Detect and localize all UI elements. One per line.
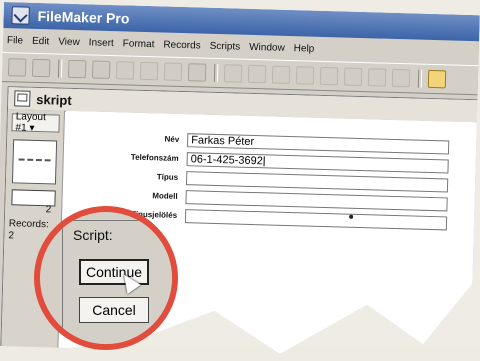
- toolbar-separator: [214, 64, 219, 82]
- type-designation-field[interactable]: [185, 209, 447, 230]
- undo-icon[interactable]: [188, 63, 206, 81]
- layout-menu[interactable]: Layout #1 ▾: [11, 113, 59, 132]
- model-field[interactable]: [185, 190, 447, 211]
- toolbar-separator: [418, 70, 423, 88]
- document-title: skript: [36, 91, 72, 108]
- phone-field-value: 06-1-425-3692: [190, 152, 264, 167]
- browse-mode-icon[interactable]: [392, 69, 410, 87]
- omit-icon[interactable]: [344, 68, 362, 86]
- type-field[interactable]: [186, 171, 448, 192]
- database-icon: [14, 90, 30, 106]
- field-label: Telefonszám: [130, 152, 179, 163]
- cut-icon[interactable]: [116, 61, 134, 79]
- name-field[interactable]: Farkas Péter: [187, 133, 449, 154]
- phone-field[interactable]: 06-1-425-3692: [187, 152, 449, 173]
- magnified-callout: Script: Continue Cancel: [34, 206, 178, 350]
- menu-format[interactable]: Format: [123, 38, 155, 50]
- find-icon[interactable]: [296, 66, 314, 84]
- menu-insert[interactable]: Insert: [89, 37, 114, 49]
- filemaker-app-icon: [11, 6, 29, 24]
- menu-view[interactable]: View: [58, 36, 80, 48]
- menu-window[interactable]: Window: [249, 41, 285, 53]
- field-label: Név: [164, 134, 180, 144]
- field-label: Modell: [152, 191, 178, 201]
- field-dot: [349, 214, 353, 218]
- text-cursor: [264, 156, 265, 166]
- page-number: 2: [45, 204, 52, 216]
- script-control-panel: Script: Continue Cancel: [62, 220, 172, 344]
- duplicate-record-icon[interactable]: [272, 66, 290, 84]
- copy-icon[interactable]: [140, 62, 158, 80]
- spellcheck-icon[interactable]: [92, 60, 110, 78]
- sort-icon[interactable]: [320, 67, 338, 85]
- menu-edit[interactable]: Edit: [32, 35, 50, 46]
- menu-records[interactable]: Records: [163, 39, 201, 51]
- app-title: FileMaker Pro: [37, 7, 130, 27]
- show-all-icon[interactable]: [368, 68, 386, 86]
- cancel-button[interactable]: Cancel: [79, 297, 149, 323]
- toolbar-separator: [58, 60, 63, 78]
- menu-scripts[interactable]: Scripts: [210, 40, 241, 52]
- menu-help[interactable]: Help: [294, 43, 315, 55]
- field-label: Típus: [156, 172, 179, 182]
- script-label: Script:: [73, 227, 113, 243]
- new-file-icon[interactable]: [8, 58, 26, 76]
- menu-file[interactable]: File: [7, 35, 23, 46]
- delete-record-icon[interactable]: [248, 65, 266, 83]
- new-record-icon[interactable]: [224, 64, 242, 82]
- paste-icon[interactable]: [164, 63, 182, 81]
- open-file-icon[interactable]: [32, 59, 50, 77]
- record-book-icon[interactable]: [12, 139, 57, 184]
- help-icon[interactable]: [428, 70, 446, 88]
- print-icon[interactable]: [68, 60, 86, 78]
